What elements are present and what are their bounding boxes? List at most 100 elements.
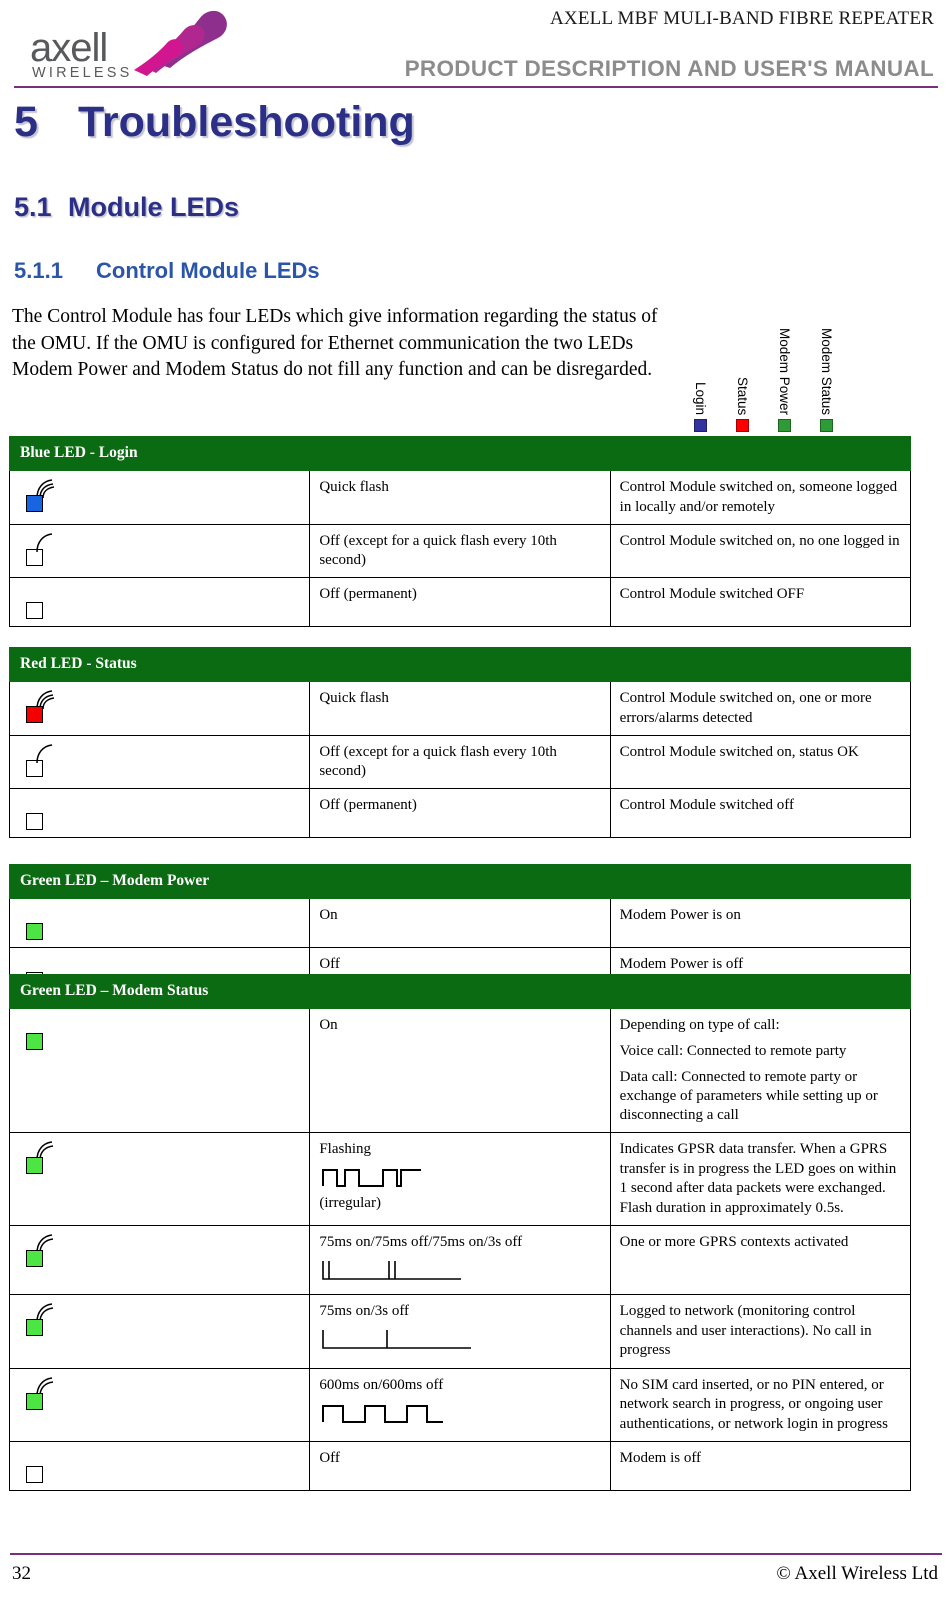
led-timing-waveform <box>322 1330 472 1349</box>
led-table-title: Green LED – Modem Status <box>9 974 911 1009</box>
led-description-cell: 75ms on/75ms off/75ms on/3s off <box>309 1225 611 1295</box>
led-icon-cell <box>8 1367 311 1442</box>
logo-tagline: WIRELESS <box>32 65 133 81</box>
copyright-notice: © Axell Wireless Ltd <box>776 1563 938 1584</box>
table-row: Quick flash Control Module switched on, o… <box>8 681 912 736</box>
header-divider <box>14 86 938 88</box>
led-square-icon <box>26 1157 43 1174</box>
led-icon-cell <box>8 735 311 789</box>
led-square-icon <box>26 1319 43 1336</box>
led-table-header-row: Red LED - Status <box>9 647 911 682</box>
page-number: 32 <box>12 1563 31 1584</box>
led-state-icon <box>19 1449 65 1483</box>
led-meaning-text: Modem is off <box>619 1450 702 1466</box>
footer-divider <box>10 1553 942 1555</box>
page-header: axell WIRELESS AXELL MBF MULI-BAND FIBRE… <box>0 0 950 88</box>
led-description-text: Flashing <box>319 1141 372 1157</box>
led-meaning-text: Control Module switched on, status OK <box>619 744 859 760</box>
led-legend-label: Status <box>734 376 750 415</box>
led-indicator-icon <box>777 419 791 432</box>
led-table-header-row: Green LED – Modem Status <box>9 974 911 1009</box>
led-description-text: On <box>319 1017 338 1033</box>
led-meaning-cell: Depending on type of call: Voice call: Co… <box>609 1008 912 1133</box>
led-meaning-text: Data call: Connected to remote party or … <box>619 1069 878 1123</box>
led-meaning-text: Control Module switched on, one or more … <box>619 690 872 726</box>
led-description-cell: On <box>309 1008 611 1133</box>
led-meaning-cell: Control Module switched OFF <box>609 577 912 627</box>
led-square-icon <box>26 760 43 777</box>
led-meaning-cell: Control Module switched on, someone logg… <box>609 470 912 525</box>
led-legend-item: Status <box>728 377 756 432</box>
table-row: 600ms on/600ms off No SIM card inserted, … <box>8 1367 912 1442</box>
led-state-icon <box>19 1016 65 1050</box>
led-description-text: 75ms on/75ms off/75ms on/3s off <box>319 1234 523 1250</box>
led-meaning-cell: Control Module switched on, one or more … <box>609 681 912 736</box>
led-legend-label: Login <box>692 381 708 415</box>
led-meaning-cell: Logged to network (monitoring control ch… <box>609 1294 912 1369</box>
led-legend: Login Status Modem Power Modem Status <box>686 300 836 432</box>
led-description-text: On <box>319 907 338 923</box>
table-row: Quick flash Control Module switched on, s… <box>8 470 912 525</box>
led-icon-cell <box>8 577 311 627</box>
led-square-icon <box>26 1250 43 1267</box>
led-meaning-text: Control Module switched off <box>619 797 794 813</box>
led-meaning-cell: Control Module switched on, no one logge… <box>609 524 912 578</box>
led-icon-cell <box>8 898 311 948</box>
led-icon-cell <box>8 1225 311 1295</box>
led-timing-waveform <box>322 1404 444 1423</box>
table-row: Off Modem is off <box>8 1441 912 1491</box>
led-state-icon <box>19 796 65 830</box>
led-description-cell: Quick flash <box>309 470 611 525</box>
led-icon-cell <box>8 1008 311 1133</box>
led-indicator-icon <box>693 419 707 432</box>
led-square-icon <box>26 1033 43 1050</box>
led-icon-cell <box>8 681 311 736</box>
led-description-cell: 75ms on/3s off <box>309 1294 611 1369</box>
led-meaning-cell: One or more GPRS contexts activated <box>609 1225 912 1295</box>
led-description-text: Quick flash <box>319 690 389 706</box>
intro-paragraph: The Control Module has four LEDs which g… <box>12 306 658 380</box>
section-title-control-module-leds: Control Module LEDs <box>96 258 320 283</box>
led-meaning-text: Modem Power is off <box>619 956 744 972</box>
led-state-icon <box>19 532 65 566</box>
led-square-icon <box>26 1466 43 1483</box>
led-square-icon <box>26 602 43 619</box>
led-icon-cell <box>8 1441 311 1491</box>
led-indicator-icon <box>819 419 833 432</box>
led-table: Red LED - Status Quick flash Control Modul… <box>8 647 912 838</box>
led-icon-cell <box>8 1294 311 1369</box>
logo-wordmark: axell <box>30 26 108 70</box>
led-table: Blue LED - Login Quick flash Control Modul… <box>8 436 912 627</box>
led-state-icon <box>19 743 65 777</box>
led-meaning-text: Control Module switched on, no one logge… <box>619 533 900 549</box>
page-title: 5 Troubleshooting <box>14 98 415 147</box>
led-description-cell: Off (permanent) <box>309 577 611 627</box>
led-meaning-text: Control Module switched on, someone logg… <box>619 479 898 515</box>
led-table: Green LED – Modem Status On Depending on t… <box>8 974 912 1491</box>
led-meaning-text: One or more GPRS contexts activated <box>619 1234 849 1250</box>
led-description-cell: Off (except for a quick flash every 10th… <box>309 735 611 789</box>
led-legend-label: Modem Power <box>776 327 792 415</box>
led-description-text: Off (permanent) <box>319 797 417 813</box>
led-description-cell: Quick flash <box>309 681 611 736</box>
led-meaning-cell: Indicates GPSR data transfer. When a GPR… <box>609 1132 912 1226</box>
led-icon-cell <box>8 788 311 838</box>
led-table-header-row: Blue LED - Login <box>9 436 911 471</box>
led-legend-item: Login <box>686 382 714 432</box>
led-meaning-cell: Modem Power is on <box>609 898 912 948</box>
led-state-icon <box>19 906 65 940</box>
led-table-title: Red LED - Status <box>9 647 911 682</box>
heading-module-leds: 5.1 Module LEDs <box>14 192 239 223</box>
table-row: 75ms on/3s off Logged to network (monitor… <box>8 1294 912 1369</box>
led-description-text: 75ms on/3s off <box>319 1303 410 1319</box>
led-icon-cell <box>8 470 311 525</box>
led-state-icon <box>19 1140 65 1174</box>
document-subtitle: PRODUCT DESCRIPTION AND USER'S MANUAL <box>404 56 934 81</box>
led-meaning-cell: Control Module switched on, status OK <box>609 735 912 789</box>
led-description-cell: Flashing (irregular) <box>309 1132 611 1226</box>
led-description-text: Quick flash <box>319 479 389 495</box>
led-description-text: Off (except for a quick flash every 10th… <box>319 533 557 568</box>
led-description-text: (irregular) <box>319 1195 381 1211</box>
led-legend-item: Modem Power <box>770 328 798 432</box>
led-state-icon <box>19 1233 65 1267</box>
